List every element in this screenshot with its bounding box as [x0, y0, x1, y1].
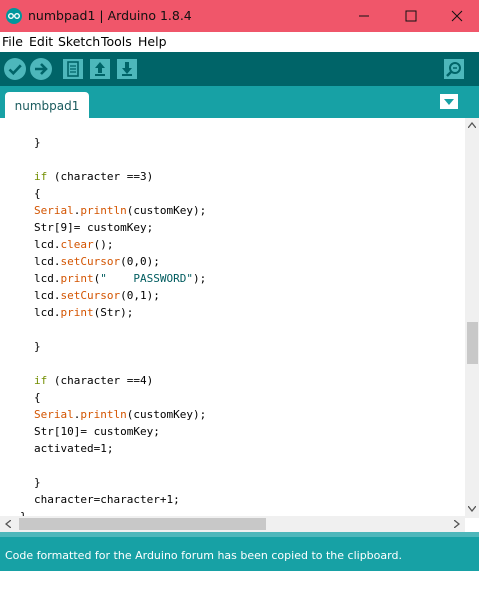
code-line: activated=1;	[34, 442, 114, 455]
serial-monitor-icon[interactable]	[442, 57, 466, 81]
scroll-down-icon[interactable]	[468, 506, 476, 512]
code-line: lcd.clear();	[34, 238, 114, 251]
tab-numbpad1[interactable]: numbpad1	[5, 92, 89, 118]
code-line: character=character+1;	[34, 493, 180, 506]
code-line: if (character ==4)	[34, 374, 154, 387]
title-bar: numbpad1 | Arduino 1.8.4	[0, 0, 479, 32]
menu-help[interactable]: Help	[138, 32, 167, 52]
upload-icon[interactable]	[29, 57, 53, 81]
code-line: lcd.print(" PASSWORD");	[34, 272, 207, 285]
tab-menu-dropdown-icon[interactable]	[440, 94, 458, 109]
new-sketch-icon[interactable]	[61, 57, 85, 81]
tab-bar: numbpad1	[0, 86, 479, 118]
horizontal-scroll-thumb[interactable]	[19, 518, 266, 530]
status-message: Code formatted for the Arduino forum has…	[5, 549, 402, 562]
maximize-icon	[405, 10, 417, 22]
toolbar	[0, 52, 479, 86]
code-line: Serial.println(customKey);	[34, 204, 207, 217]
code-line: }	[34, 136, 41, 149]
code-editor[interactable]: } if (character ==3) { Serial.println(cu…	[0, 118, 465, 518]
scroll-left-icon[interactable]	[5, 520, 11, 528]
code-line: Str[9]= customKey;	[34, 221, 154, 234]
maximize-button[interactable]	[388, 0, 434, 32]
code-line: {	[34, 391, 41, 404]
code-line: }	[34, 476, 41, 489]
code-line: Str[10]= customKey;	[34, 425, 160, 438]
close-icon	[451, 10, 463, 22]
vertical-scrollbar[interactable]	[465, 118, 479, 518]
code-line: {	[34, 187, 41, 200]
code-line: lcd.print(Str);	[34, 306, 134, 319]
code-line: lcd.setCursor(0,0);	[34, 255, 160, 268]
code-line: Serial.println(customKey);	[34, 408, 207, 421]
horizontal-scrollbar[interactable]	[0, 516, 465, 532]
code-line: lcd.setCursor(0,1);	[34, 289, 160, 302]
scroll-right-icon[interactable]	[454, 520, 460, 528]
vertical-scroll-thumb[interactable]	[467, 322, 478, 364]
menu-sketch[interactable]: Sketch	[58, 32, 100, 52]
minimize-icon	[359, 15, 369, 17]
scroll-up-icon[interactable]	[468, 122, 476, 128]
verify-icon[interactable]	[3, 57, 27, 81]
code-line: }	[34, 340, 41, 353]
window-title: numbpad1 | Arduino 1.8.4	[28, 8, 192, 23]
minimize-button[interactable]	[341, 0, 387, 32]
code-line: if (character ==3)	[34, 170, 154, 183]
menu-file[interactable]: File	[2, 32, 23, 52]
open-sketch-icon[interactable]	[88, 57, 112, 81]
menu-bar: File Edit Sketch Tools Help	[0, 32, 479, 52]
status-bar: Code formatted for the Arduino forum has…	[0, 537, 479, 571]
close-button[interactable]	[434, 0, 479, 32]
menu-tools[interactable]: Tools	[101, 32, 132, 52]
menu-edit[interactable]: Edit	[29, 32, 53, 52]
arduino-logo-icon	[6, 8, 22, 24]
save-sketch-icon[interactable]	[115, 57, 139, 81]
